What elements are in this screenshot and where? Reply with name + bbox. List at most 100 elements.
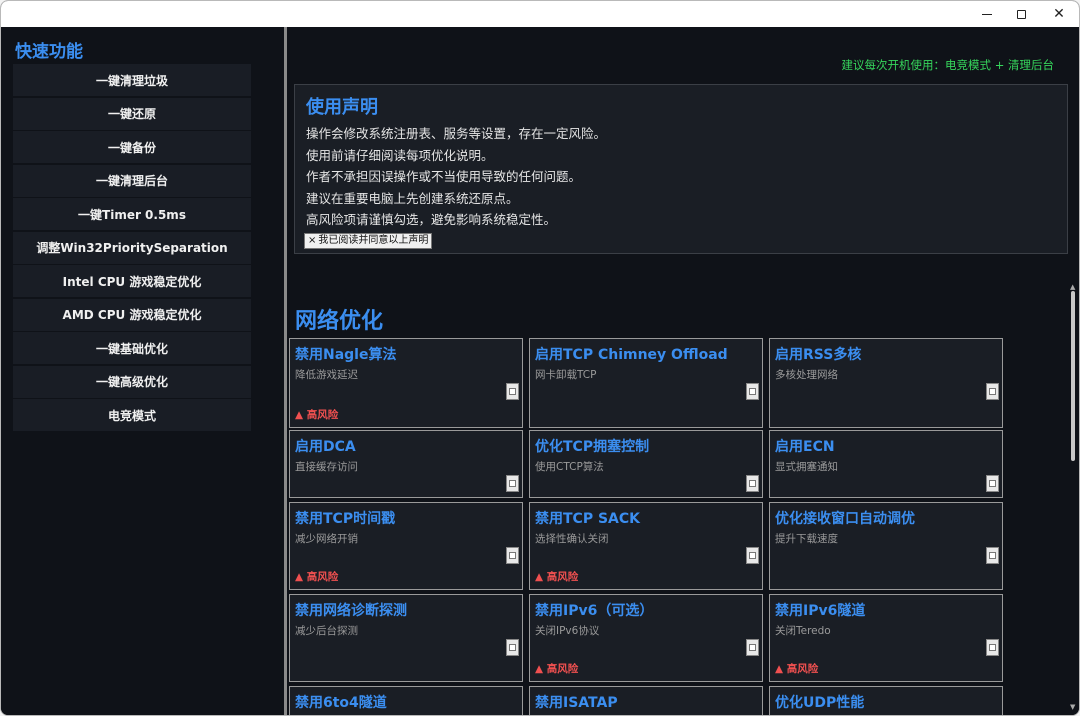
card-checkbox[interactable] [986,547,999,564]
card-title: 禁用TCP时间戳 [295,511,396,527]
title-bar: ✕ [1,1,1079,27]
card-checkbox[interactable] [506,475,519,492]
card-title: 优化UDP性能 [775,695,865,711]
scroll-down-icon[interactable]: ▼ [1070,703,1075,711]
notice-title: 使用声明 [306,97,378,118]
optimization-card: 禁用ISATAP [529,686,763,715]
agree-checkbox[interactable]: × 我已阅读并同意以上声明 [304,233,433,249]
checkbox-icon [509,644,516,651]
notice-line: 操作会修改系统注册表、服务等设置，存在一定风险。 [306,126,607,141]
optimization-card: 优化TCP拥塞控制 使用CTCP算法 [529,430,763,498]
card-title: 禁用6to4隧道 [295,695,387,711]
sidebar-button[interactable]: 一键Timer 0.5ms [13,198,251,230]
checkbox-icon [989,644,996,651]
card-description: 关闭Teredo [775,625,831,637]
notice-line: 建议在重要电脑上先创建系统还原点。 [306,190,519,206]
optimization-card: 禁用IPv6隧道关闭Teredo ▲ 高风险 [769,594,1003,682]
card-checkbox[interactable] [506,547,519,564]
card-title: 禁用Nagle算法 [295,347,397,363]
maximize-button[interactable] [1001,1,1041,27]
notice-line: 高风险项请谨慎勾选，避免影响系统稳定性。 [306,212,557,227]
optimization-card: 优化接收窗口自动调优 提升下载速度 [769,502,1003,590]
card-checkbox[interactable] [746,547,759,564]
optimization-card: 启用RSS多核多核处理网络 [769,338,1003,428]
sidebar-button[interactable]: AMD CPU 游戏稳定优化 [13,298,251,331]
notice-line: 使用前请仔细阅读每项优化说明。 [306,147,494,163]
sidebar: 快速功能 一键清理垃圾 一键还原 一键备份 一键清理后台 一键Timer 0.5ms 调整… [1,27,284,715]
close-icon: ✕ [1053,6,1065,22]
card-title: 禁用IPv6隧道 [775,603,866,619]
sidebar-title: 快速功能 [15,42,83,62]
optimization-card: 启用DCA 直接缓存访问 [289,430,523,498]
card-title: 禁用网络诊断探测 [295,603,407,619]
card-title: 禁用IPv6（可选） [535,603,654,619]
card-title: 启用ECN [775,439,835,455]
optimization-card: 优化UDP性能 [769,686,1003,715]
card-title: 启用DCA [295,439,356,455]
sidebar-button[interactable]: 一键清理垃圾 [13,64,251,96]
high-risk-badge: ▲ 高风险 [775,663,819,675]
usage-tip: 建议每次开机使用：电竞模式 + 清理后台 [841,58,1054,72]
card-checkbox[interactable] [986,639,999,656]
card-description: 减少后台探测 [295,625,358,637]
main-panel: 建议每次开机使用：电竞模式 + 清理后台 使用声明 操作会修改系统注册表、服务等… [287,27,1079,715]
checkbox-icon [509,480,516,487]
card-description: 多核处理网络 [775,369,838,381]
sidebar-list: 一键清理垃圾 一键还原 一键备份 一键清理后台 一键Timer 0.5ms 调整Win32… [13,64,251,433]
card-checkbox[interactable] [746,639,759,656]
card-title: 优化TCP拥塞控制 [535,439,650,455]
agree-label: 我已阅读并同意以上声明 [318,235,429,246]
section-title-network: 网络优化 [295,309,384,334]
optimization-card: 启用TCP Chimney Offload 网卡卸载TCP [529,338,763,428]
sidebar-button[interactable]: 一键清理后台 [13,164,251,197]
high-risk-badge: ▲ 高风险 [295,409,339,421]
card-description: 网卡卸载TCP [535,369,597,381]
card-checkbox[interactable] [986,383,999,400]
card-checkbox[interactable] [506,639,519,656]
maximize-icon [1016,9,1026,19]
optimization-card: 禁用Nagle算法降低游戏延迟 ▲ 高风险 [289,338,523,428]
high-risk-badge: ▲ 高风险 [535,663,579,675]
card-description: 关闭IPv6协议 [535,625,600,637]
checkbox-icon [749,480,756,487]
scrollbar[interactable]: ▲ ▼ [1070,283,1076,711]
checkbox-icon [749,644,756,651]
app-window: ✕ 快速功能 一键清理垃圾 一键还原 一键备份 一键清理后台 一键Timer 0.5ms… [0,0,1080,716]
card-title: 禁用ISATAP [535,695,618,711]
sidebar-button[interactable]: 一键还原 [13,97,251,130]
card-checkbox[interactable] [746,383,759,400]
checkbox-icon [989,552,996,559]
optimization-card: 启用ECN 显式拥塞通知 [769,430,1003,498]
checkbox-icon [749,388,756,395]
sidebar-button[interactable]: 电竞模式 [13,399,251,431]
optimization-card: 禁用TCP SACK 选择性确认关闭 ▲ 高风险 [529,502,763,590]
checkbox-icon [509,552,516,559]
sidebar-button[interactable]: 一键高级优化 [13,365,251,398]
card-title: 启用RSS多核 [775,347,862,363]
sidebar-button[interactable]: 调整Win32PrioritySeparation [13,231,251,264]
card-title: 启用TCP Chimney Offload [535,347,728,363]
sidebar-button[interactable]: 一键备份 [13,131,251,163]
optimization-card: 禁用TCP时间戳 减少网络开销 ▲ 高风险 [289,502,523,590]
card-description: 减少网络开销 [295,533,358,545]
scroll-thumb[interactable] [1071,291,1075,461]
checkbox-icon [989,388,996,395]
sidebar-button[interactable]: 一键基础优化 [13,332,251,364]
optimization-card: 禁用网络诊断探测减少后台探测 [289,594,523,682]
card-checkbox[interactable] [506,383,519,400]
minimize-icon [982,13,992,15]
card-description: 选择性确认关闭 [535,533,609,545]
scroll-up-icon[interactable]: ▲ [1070,283,1075,291]
card-description: 提升下载速度 [775,533,838,545]
checkbox-icon [749,552,756,559]
sidebar-button[interactable]: Intel CPU 游戏稳定优化 [13,265,251,297]
card-description: 降低游戏延迟 [295,369,358,381]
high-risk-badge: ▲ 高风险 [535,571,579,583]
card-checkbox[interactable] [986,475,999,492]
card-description: 显式拥塞通知 [775,461,838,473]
close-button[interactable]: ✕ [1039,1,1079,27]
notice-panel: 使用声明 操作会修改系统注册表、服务等设置，存在一定风险。 使用前请仔细阅读每项… [294,84,1068,254]
notice-line: 作者不承担因误操作或不当使用导致的任何问题。 [306,169,582,184]
checkbox-mark-icon: × [308,235,317,246]
card-checkbox[interactable] [746,475,759,492]
